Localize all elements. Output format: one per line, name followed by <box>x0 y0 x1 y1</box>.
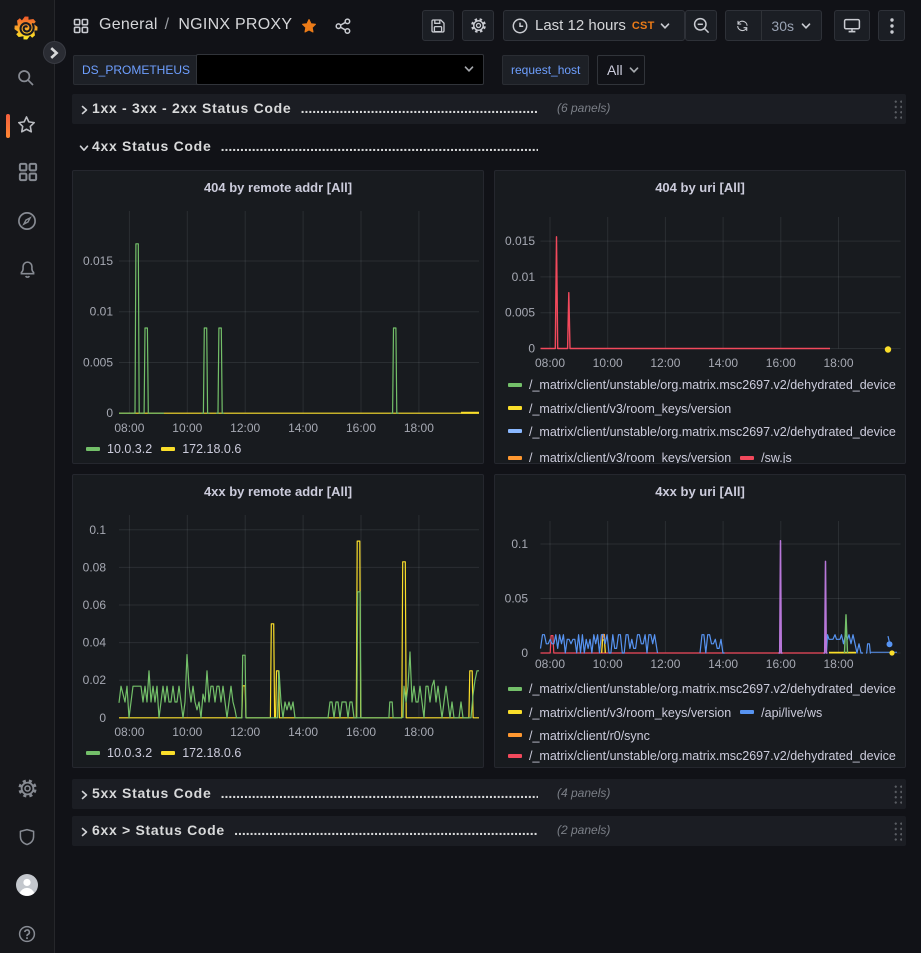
svg-text:0.1: 0.1 <box>511 537 528 551</box>
svg-text:0.1: 0.1 <box>89 523 106 537</box>
svg-text:14:00: 14:00 <box>708 356 738 370</box>
svg-text:14:00: 14:00 <box>288 725 318 739</box>
svg-text:0.005: 0.005 <box>505 306 535 320</box>
svg-text:16:00: 16:00 <box>766 356 796 370</box>
svg-text:12:00: 12:00 <box>650 356 680 370</box>
svg-text:18:00: 18:00 <box>404 421 434 435</box>
svg-text:0.08: 0.08 <box>83 560 107 574</box>
svg-text:08:00: 08:00 <box>535 657 565 671</box>
svg-text:0: 0 <box>99 711 106 725</box>
svg-text:0.05: 0.05 <box>505 592 529 606</box>
svg-text:16:00: 16:00 <box>346 421 376 435</box>
svg-text:10:00: 10:00 <box>593 356 623 370</box>
svg-text:10:00: 10:00 <box>172 725 202 739</box>
svg-text:0.01: 0.01 <box>512 270 536 284</box>
svg-text:0: 0 <box>528 342 535 356</box>
svg-text:0.015: 0.015 <box>83 254 113 268</box>
svg-text:0: 0 <box>521 646 528 660</box>
svg-text:08:00: 08:00 <box>535 356 565 370</box>
svg-text:14:00: 14:00 <box>288 421 318 435</box>
svg-text:14:00: 14:00 <box>708 657 738 671</box>
svg-text:0.06: 0.06 <box>83 598 107 612</box>
svg-text:12:00: 12:00 <box>650 657 680 671</box>
svg-text:0.02: 0.02 <box>83 673 107 687</box>
svg-text:12:00: 12:00 <box>230 725 260 739</box>
svg-text:0.015: 0.015 <box>505 234 535 248</box>
svg-text:0: 0 <box>106 406 113 420</box>
svg-text:0.01: 0.01 <box>90 305 114 319</box>
svg-text:18:00: 18:00 <box>823 356 853 370</box>
svg-text:12:00: 12:00 <box>230 421 260 435</box>
svg-text:18:00: 18:00 <box>404 725 434 739</box>
svg-text:08:00: 08:00 <box>114 421 144 435</box>
svg-text:16:00: 16:00 <box>346 725 376 739</box>
svg-text:18:00: 18:00 <box>823 657 853 671</box>
svg-text:0.005: 0.005 <box>83 356 113 370</box>
svg-text:10:00: 10:00 <box>593 657 623 671</box>
svg-text:0.04: 0.04 <box>83 636 107 650</box>
svg-text:08:00: 08:00 <box>114 725 144 739</box>
svg-text:10:00: 10:00 <box>172 421 202 435</box>
svg-text:16:00: 16:00 <box>766 657 796 671</box>
